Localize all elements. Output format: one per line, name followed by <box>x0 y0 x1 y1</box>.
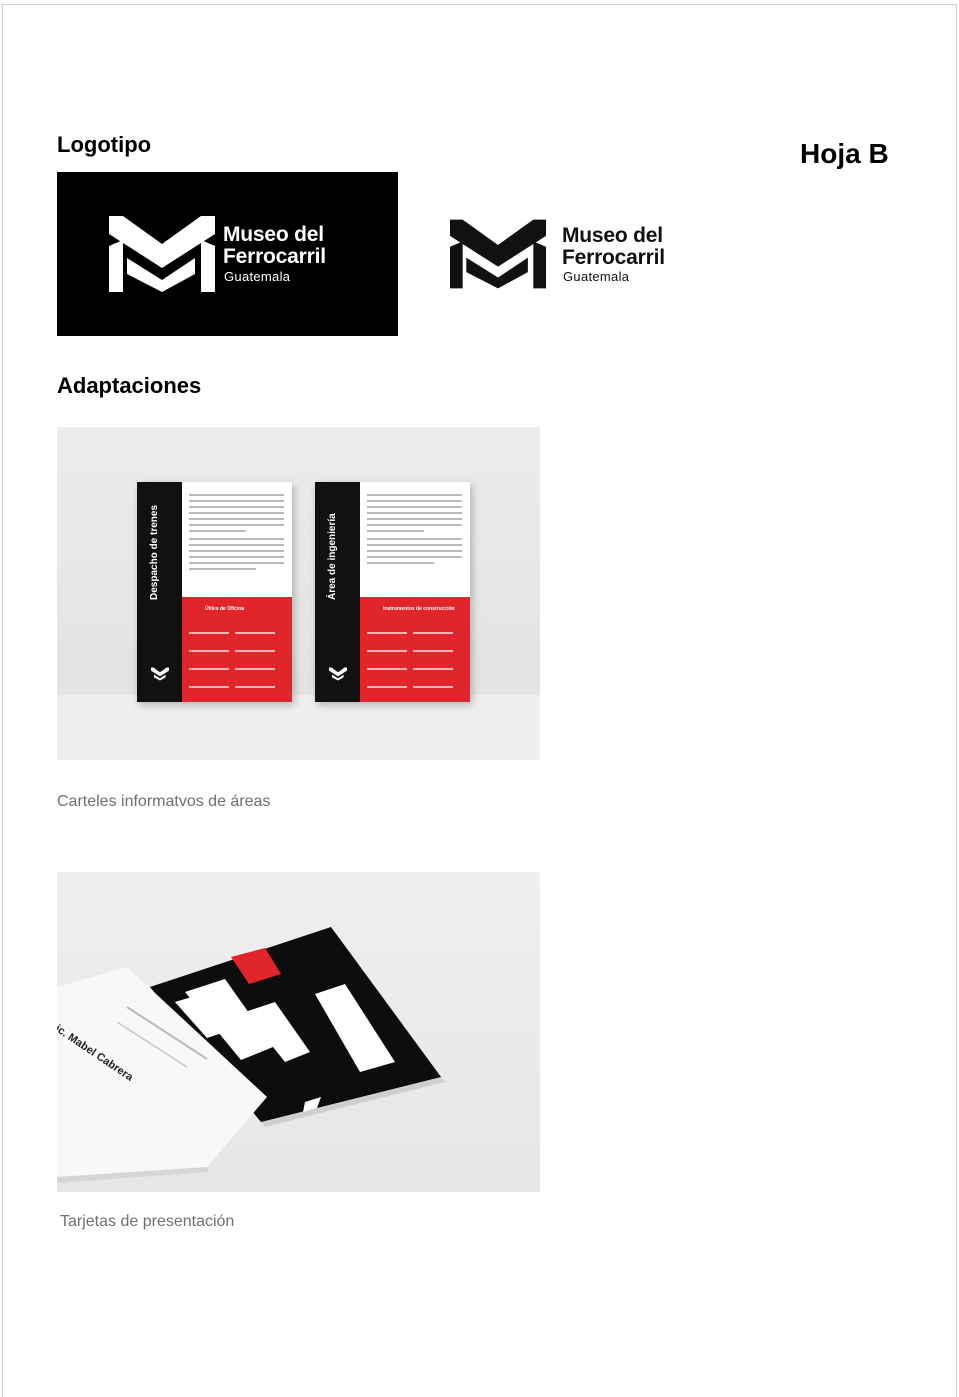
logo-name-line1: Museo del <box>223 223 324 246</box>
logo-name-line2: Ferrocarril <box>562 246 665 269</box>
logo-light-version: Museo del Ferrocarril Guatemala <box>440 206 700 302</box>
business-cards-mockup-image: Lic. Mabel Cabrera <box>57 872 540 1192</box>
logo-place: Guatemala <box>224 269 291 284</box>
poster-right: Área de ingeniería Instrumentos de const… <box>315 482 470 702</box>
poster-logo-icon <box>151 667 169 681</box>
logo-place: Guatemala <box>563 269 630 284</box>
logo-mark-icon <box>450 219 546 289</box>
logo-name-line1: Museo del <box>562 224 663 247</box>
poster-right-red-title: Instrumentos de construcción <box>383 606 455 612</box>
logo-mark-icon <box>109 216 215 292</box>
poster-left: Despacho de trenes Útiles de Oficina <box>137 482 292 702</box>
posters-caption: Carteles informatvos de áreas <box>57 793 271 810</box>
poster-right-title: Área de ingeniería <box>327 513 338 600</box>
poster-left-title: Despacho de trenes <box>149 504 160 600</box>
poster-left-red-title: Útiles de Oficina <box>205 606 245 612</box>
sheet-label: Hoja B <box>800 138 889 169</box>
cards-caption: Tarjetas de presentación <box>60 1213 235 1230</box>
posters-mockup-image: Despacho de trenes Útiles de Oficina Áre… <box>57 427 540 760</box>
logo-dark-version: Museo del Ferrocarril Guatemala <box>57 172 398 336</box>
poster-logo-icon <box>329 667 347 681</box>
logo-section-title: Logotipo <box>57 132 152 157</box>
card-front <box>57 967 267 1183</box>
adaptations-section-title: Adaptaciones <box>57 373 202 398</box>
logo-name-line2: Ferrocarril <box>223 245 326 268</box>
